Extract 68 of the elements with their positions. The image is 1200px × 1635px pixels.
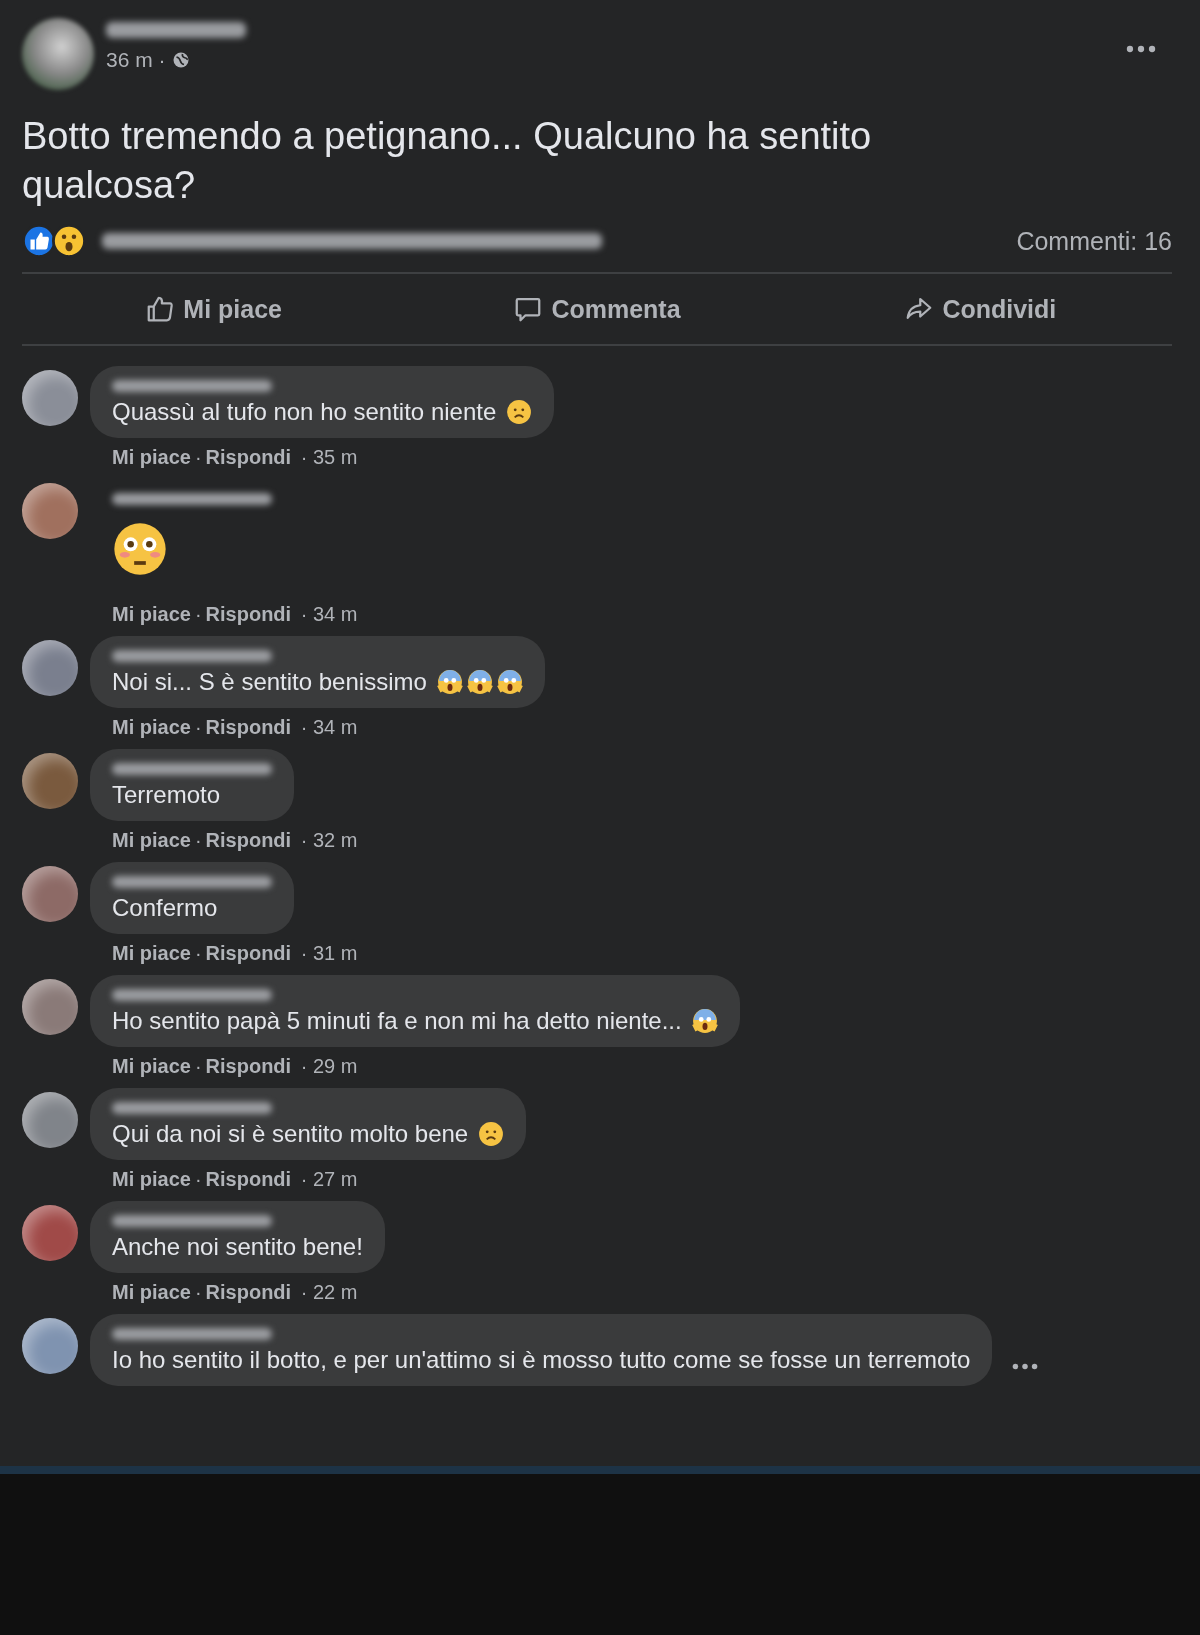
comment-time: · 34 m <box>299 603 358 625</box>
action-button[interactable]: Mi piace <box>22 274 406 344</box>
screaming-face-icon <box>691 1008 718 1034</box>
reply-link[interactable]: Rispondi <box>205 829 292 851</box>
comment-text: Anche noi sentito bene! <box>112 1233 363 1261</box>
avatar <box>22 753 78 809</box>
avatar <box>22 979 78 1035</box>
thumbs-up-icon <box>145 294 176 324</box>
separator: · <box>194 1055 202 1077</box>
avatar <box>22 640 78 696</box>
reply-link[interactable]: Rispondi <box>205 603 292 625</box>
like-link[interactable]: Mi piace <box>112 446 191 468</box>
reply-link[interactable]: Rispondi <box>205 1168 292 1190</box>
like-link[interactable]: Mi piace <box>112 603 191 625</box>
avatar <box>22 1205 78 1261</box>
flushed-face-icon <box>112 521 168 577</box>
comment-time: · 34 m <box>299 716 358 738</box>
comment-time: · 32 m <box>299 829 358 851</box>
separator: · <box>194 446 202 468</box>
screaming-face-icon <box>496 669 523 695</box>
reply-link[interactable]: Rispondi <box>205 446 292 468</box>
like-link[interactable]: Mi piace <box>112 1281 191 1303</box>
frowning-face-icon <box>478 1121 505 1147</box>
avatar <box>22 483 78 539</box>
comment-text: Noi si... S è sentito benissimo <box>112 668 427 696</box>
comment-text: Ho sentito papà 5 minuti fa e non mi ha detto niente... <box>112 1007 682 1035</box>
separator: · <box>194 603 202 625</box>
action-button[interactable]: Condividi <box>788 274 1172 344</box>
comment-time: · 27 m <box>299 1168 358 1190</box>
post-text: Botto tremendo a petignano... Qualcuno ha sentito qualcosa? <box>22 114 873 208</box>
separator: · <box>194 716 202 738</box>
frowning-face-icon <box>506 399 533 425</box>
reply-link[interactable]: Rispondi <box>205 1281 292 1303</box>
globe-icon <box>171 51 190 69</box>
comment-text: Quassù al tufo non ho sentito niente <box>112 398 497 426</box>
like-link[interactable]: Mi piace <box>112 829 191 851</box>
reply-link[interactable]: Rispondi <box>205 716 292 738</box>
avatar <box>22 18 94 90</box>
separator: · <box>194 942 202 964</box>
screaming-face-icon <box>466 669 493 695</box>
more-icon <box>1126 44 1156 54</box>
action-button[interactable]: Commenta <box>405 274 789 344</box>
separator: · <box>194 1168 202 1190</box>
like-link[interactable]: Mi piace <box>112 942 191 964</box>
post-time: 36 m · <box>106 48 166 72</box>
separator: · <box>194 829 202 851</box>
comment-time: · 35 m <box>299 446 358 468</box>
comment-count: Commenti: 16 <box>1016 226 1172 256</box>
comment-time: · 22 m <box>299 1281 358 1303</box>
surprised-face-icon <box>52 224 86 258</box>
comment-text: Terremoto <box>112 781 221 809</box>
avatar <box>22 866 78 922</box>
screaming-face-icon <box>436 669 463 695</box>
like-link[interactable]: Mi piace <box>112 716 191 738</box>
avatar <box>22 1092 78 1148</box>
reply-link[interactable]: Rispondi <box>205 942 292 964</box>
comment-time: · 29 m <box>299 1055 358 1077</box>
like-link[interactable]: Mi piace <box>112 1168 191 1190</box>
comment-text: Confermo <box>112 894 218 922</box>
avatar <box>22 370 78 426</box>
avatar <box>22 1318 78 1374</box>
thumbs-up-icon <box>22 224 56 258</box>
reply-link[interactable]: Rispondi <box>205 1055 292 1077</box>
comment-text: Io ho sentito il botto, e per un'attimo si è mosso tutto come se fosse un terremoto <box>112 1346 971 1374</box>
like-link[interactable]: Mi piace <box>112 1055 191 1077</box>
comment-text: Qui da noi si è sentito molto bene <box>112 1120 469 1148</box>
comment-time: · 31 m <box>299 942 358 964</box>
separator: · <box>194 1281 202 1303</box>
